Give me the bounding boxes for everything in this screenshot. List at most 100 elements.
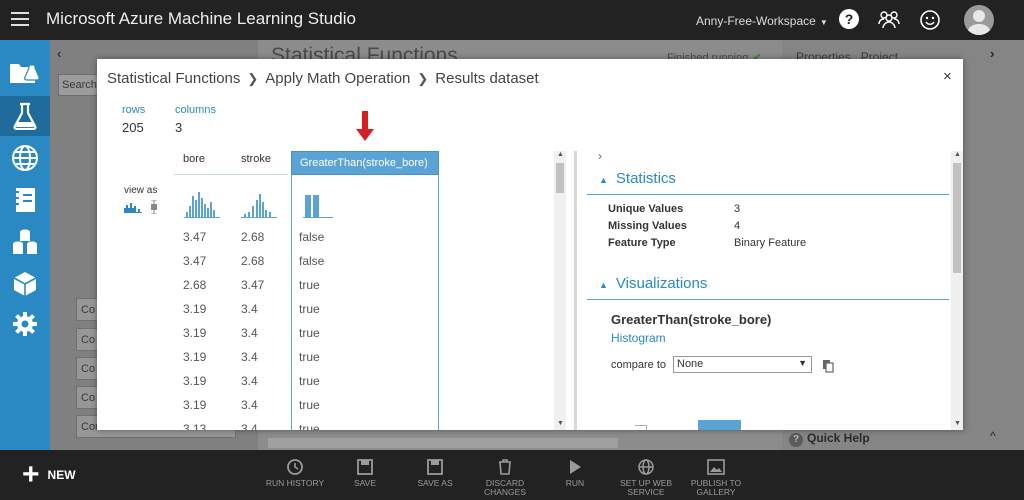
scroll-down-icon[interactable]: ▼	[954, 420, 961, 427]
save-label: SAVE	[353, 478, 377, 488]
palette-search-input[interactable]: Search	[58, 74, 98, 96]
publish-to-gallery-label: PUBLISH TO GALLERY	[690, 478, 742, 497]
chevron-right-icon: ❯	[247, 71, 259, 86]
nav-experiments-icon[interactable]	[0, 96, 50, 136]
new-label: NEW	[47, 468, 76, 482]
palette-item[interactable]: Co	[76, 298, 98, 321]
collapse-triangle-icon: ▲	[599, 280, 608, 290]
table-cell: true	[299, 422, 320, 430]
save-as-button[interactable]: SAVE AS	[400, 458, 470, 488]
visualizations-section-header[interactable]: ▲ Visualizations	[599, 275, 707, 292]
columns-label: columns	[175, 104, 216, 116]
compare-to-label: compare to	[611, 359, 667, 371]
bore-histogram[interactable]	[184, 190, 220, 218]
statistics-heading: Statistics	[615, 170, 676, 187]
scroll-up-icon[interactable]: ▲	[954, 151, 961, 158]
table-row: 3.19 3.4 true	[97, 350, 457, 374]
table-cell: 3.47	[183, 230, 207, 244]
visualization-type: Histogram	[611, 331, 666, 345]
table-row: 3.19 3.4 true	[97, 398, 457, 422]
visualization-title: GreaterThan(stroke_bore)	[611, 312, 772, 327]
palette-item[interactable]: Co	[76, 357, 98, 380]
question-icon: ?	[789, 433, 803, 447]
stroke-histogram[interactable]	[241, 190, 277, 218]
scroll-thumb[interactable]	[556, 163, 564, 193]
people-icon[interactable]	[878, 9, 900, 32]
pane-splitter[interactable]	[574, 151, 577, 430]
statistics-section-header[interactable]: ▲ Statistics	[599, 170, 676, 187]
new-button[interactable]: + NEW	[22, 460, 76, 490]
table-cell: false	[299, 230, 325, 244]
stat-key: Feature Type	[608, 237, 676, 249]
nav-projects-icon[interactable]	[0, 52, 50, 92]
run-button[interactable]: RUN	[540, 458, 610, 488]
scroll-down-icon[interactable]: ▼	[557, 420, 564, 427]
view-as-label: view as	[124, 185, 158, 196]
greaterthan-histogram[interactable]	[303, 190, 333, 218]
table-cell: 3.4	[241, 326, 258, 340]
chevron-up-icon[interactable]: ^	[990, 429, 996, 443]
help-icon[interactable]: ?	[839, 9, 859, 29]
collapse-triangle-icon: ▲	[599, 175, 608, 185]
compare-to-value: None	[677, 358, 704, 370]
canvas-horizontal-scrollbar[interactable]	[268, 438, 618, 448]
run-history-button[interactable]: RUN HISTORY	[260, 458, 330, 488]
column-header-greaterthan[interactable]: GreaterThan(stroke_bore)	[291, 151, 439, 175]
globe-icon	[611, 458, 681, 476]
table-cell: true	[299, 350, 320, 364]
close-icon[interactable]: ×	[943, 68, 952, 85]
discard-changes-button[interactable]: DISCARD CHANGES	[470, 458, 540, 497]
hamburger-menu-icon[interactable]	[11, 12, 29, 26]
columns-value: 3	[175, 120, 183, 135]
table-row: 3.19 3.4 true	[97, 302, 457, 326]
column-header-bore[interactable]: bore	[183, 153, 205, 165]
histogram-view-icon[interactable]	[124, 201, 142, 213]
collapse-palette-icon[interactable]: ‹	[57, 46, 61, 61]
nav-settings-gear-icon[interactable]	[0, 304, 50, 344]
feedback-smile-icon[interactable]	[919, 9, 941, 34]
table-vertical-scrollbar[interactable]: ▲ ▼	[554, 151, 566, 430]
save-button[interactable]: SAVE	[330, 458, 400, 488]
table-cell: true	[299, 398, 320, 412]
results-dataset-dialog: Statistical Functions ❯ Apply Math Operati…	[97, 59, 963, 430]
stats-vertical-scrollbar[interactable]: ▲ ▼	[951, 151, 963, 430]
copy-icon[interactable]	[823, 360, 834, 373]
set-up-web-service-button[interactable]: SET UP WEB SERVICE	[611, 458, 681, 497]
nav-datasets-icon[interactable]	[0, 222, 50, 262]
table-cell: 3.47	[241, 278, 265, 292]
app-title: Microsoft Azure Machine Learning Studio	[46, 9, 356, 28]
stat-value: 3	[734, 203, 741, 215]
chevron-right-icon[interactable]: ›	[598, 149, 602, 163]
table-cell: 3.19	[183, 326, 207, 340]
table-cell: 3.19	[183, 302, 207, 316]
table-row: 2.68 3.47 true	[97, 278, 457, 302]
compare-to-select[interactable]: None ▼	[673, 356, 812, 373]
collapse-properties-icon[interactable]: ›	[990, 46, 994, 61]
nav-web-services-icon[interactable]	[0, 138, 50, 178]
scroll-thumb[interactable]	[953, 163, 961, 273]
table-cell: 3.13	[183, 422, 207, 430]
stat-value: 4	[734, 220, 741, 232]
scroll-up-icon[interactable]: ▲	[557, 151, 564, 158]
publish-to-gallery-button[interactable]: PUBLISH TO GALLERY	[681, 458, 751, 497]
avatar[interactable]	[964, 5, 994, 35]
column-header-stroke[interactable]: stroke	[241, 153, 271, 165]
palette-item[interactable]: Co	[76, 328, 98, 351]
rows-value: 205	[122, 120, 144, 135]
workspace-selector[interactable]: Anny-Free-Workspace ▼	[696, 14, 828, 28]
workspace-name: Anny-Free-Workspace	[696, 14, 816, 28]
table-cell: 3.4	[241, 398, 258, 412]
histogram-bar	[698, 420, 741, 430]
quick-help[interactable]: ? Quick Help	[783, 429, 1013, 449]
boxplot-view-icon[interactable]	[150, 200, 158, 214]
top-bar: Microsoft Azure Machine Learning Studio …	[0, 0, 1024, 40]
nav-trained-models-icon[interactable]	[0, 264, 50, 304]
table-cell: 2.68	[241, 230, 265, 244]
table-row: 3.47 2.68 false	[97, 230, 457, 254]
gallery-icon	[681, 458, 751, 476]
palette-item[interactable]: Co	[76, 386, 98, 409]
nav-notebooks-icon[interactable]	[0, 180, 50, 220]
save-as-label: SAVE AS	[417, 478, 453, 488]
run-history-label: RUN HISTORY	[265, 478, 325, 488]
table-cell: 3.4	[241, 302, 258, 316]
